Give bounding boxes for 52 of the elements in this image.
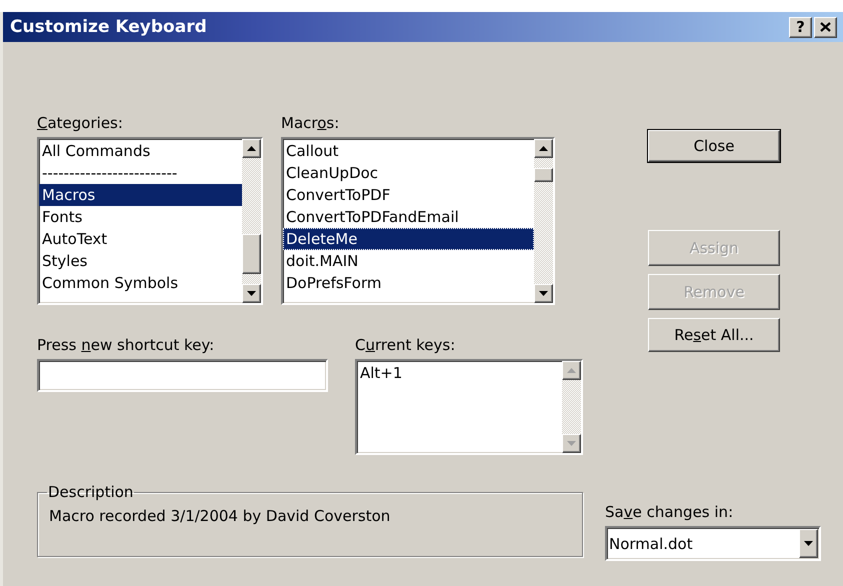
scroll-up-button[interactable] [242,139,261,158]
list-item[interactable]: Fonts [39,206,242,228]
scrollbar[interactable] [562,361,581,453]
triangle-down-icon [539,291,548,296]
triangle-up-icon [247,146,256,151]
triangle-down-icon [567,441,576,446]
triangle-down-icon [247,291,256,296]
scroll-up-button[interactable] [534,139,553,158]
triangle-up-icon [567,368,576,373]
help-button[interactable]: ? [789,16,812,38]
list-item[interactable]: AutoText [39,228,242,250]
dialog-button[interactable]: Close [648,130,780,162]
scrollbar[interactable] [534,139,553,303]
list-item[interactable]: ConvertToPDF [283,184,534,206]
list-item[interactable]: Styles [39,250,242,272]
list-item[interactable]: ------------------------- [39,162,242,184]
shortcut-key-field[interactable] [37,359,328,392]
list-item[interactable]: CleanUpDoc [283,162,534,184]
field-label: Press new shortcut key: [37,336,214,354]
triangle-up-icon [539,146,548,151]
field-label: Current keys: [355,336,456,354]
scroll-up-button[interactable] [562,361,581,380]
scroll-down-button[interactable] [562,434,581,453]
field-label: Save changes in: [605,503,734,521]
current-keys-list[interactable]: Alt+1 [355,359,583,455]
categories-list[interactable]: All Commands ------------------------- Macros Fonts AutoText Styles Common Symbols [37,137,263,305]
dropdown-button[interactable] [799,529,818,558]
list-item[interactable]: Alt+1 [357,362,562,384]
close-button[interactable] [814,16,837,38]
list-item[interactable]: Common Symbols [39,272,242,294]
scroll-thumb[interactable] [534,168,553,182]
scroll-down-button[interactable] [534,284,553,303]
list-item[interactable]: ConvertToPDFandEmail [283,206,534,228]
list-item[interactable]: All Commands [39,140,242,162]
list-item[interactable]: Callout [283,140,534,162]
window-title: Customize Keyboard [10,17,208,37]
list-item[interactable]: doit.MAIN [283,250,534,272]
close-icon [820,22,831,32]
scroll-down-button[interactable] [242,284,261,303]
group-legend: Description [47,483,134,501]
list-item[interactable]: DeleteMe [283,228,534,250]
macros-list[interactable]: Callout CleanUpDoc ConvertToPDF ConvertToPDFandEmail DeleteMe doit.MAIN DoPrefsForm [281,137,555,305]
caret-icon [804,541,813,546]
list-item[interactable]: DoPrefsForm [283,272,534,294]
list-item[interactable]: Macros [39,184,242,206]
field-label: Categories: [37,114,123,132]
scroll-thumb[interactable] [242,234,261,274]
dialog-button[interactable]: Reset All... [648,318,780,352]
save-location-dropdown[interactable]: Normal.dot [605,526,821,561]
description-text: Macro recorded 3/1/2004 by David Coverston [49,507,392,525]
scrollbar[interactable] [242,139,261,303]
field-label: Macros: [281,114,340,132]
